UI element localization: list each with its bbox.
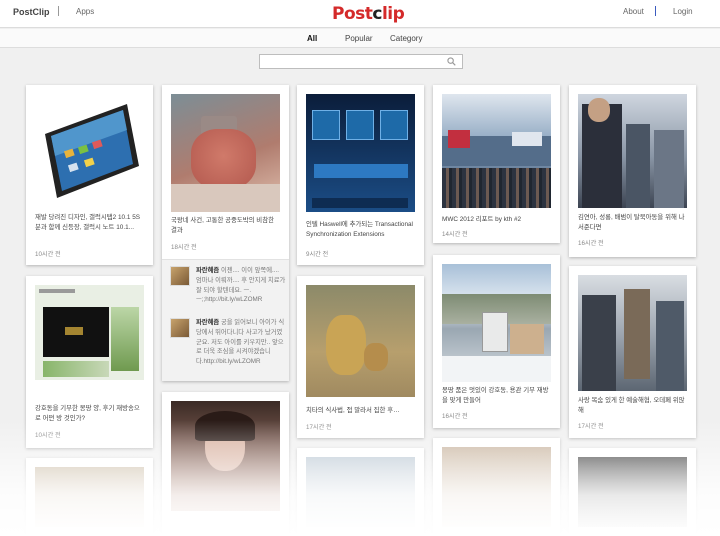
search-input[interactable] [260,59,440,72]
top-header: PostClip Apps Postclip About Login [0,0,720,28]
post-card[interactable] [297,448,424,536]
logo-text-post: Post [332,4,373,24]
search-icon[interactable] [447,57,456,66]
post-card[interactable]: 몽땅 품은 멋있이 강호동, 용관 기부 재방을 맞게 만들어 16시간 전 [433,255,560,428]
post-card[interactable]: 재발 당려진 디자인, 갤럭시탭2 10.1 5S분과 함께 신등장, 갤럭시 … [26,85,153,265]
tab-category[interactable]: Category [390,34,422,43]
post-time: 10시간 전 [35,251,61,258]
post-title[interactable]: 사랑 목숨 있게 한 예술해협, 오데페 위않해 [578,396,688,416]
post-card[interactable]: 국왕네 사건, 고통한 공중도박의 비참한 결과 18시간 전 파란혜즘 이젠.… [162,85,289,381]
intel-slide [306,94,415,212]
expo-crowd-photo [442,94,551,208]
post-card[interactable] [433,438,560,536]
ski-resort-photo [442,264,551,382]
post-card[interactable]: 사랑 목숨 있게 한 예술해협, 오데페 위않해 17시간 전 [569,266,696,438]
post-title[interactable]: 인텔 Haswell에 추가되는 Transactional Synchroni… [306,220,416,240]
post-thumbnail [171,401,280,511]
header-divider-right [655,6,656,16]
rally-photo [578,94,687,208]
post-card[interactable]: 치타의 식사법, 접 말라서 집한 후… 17시간 전 [297,276,424,438]
tab-all[interactable]: All [307,34,317,43]
brand-link[interactable]: PostClip [13,7,50,17]
post-card[interactable] [569,448,696,536]
logo[interactable]: Postclip [332,4,405,24]
post-thumbnail [442,447,551,527]
post-time: 17시간 전 [306,424,332,431]
post-title[interactable]: MWC 2012 리포트 by kth #2 [442,215,552,225]
post-card[interactable] [26,458,153,536]
post-title[interactable]: 국왕네 사건, 고통한 공중도박의 비참한 결과 [171,216,281,236]
comment-author[interactable]: 파란혜즘 [196,319,219,326]
post-time: 17시간 전 [578,423,604,430]
post-time: 9시간 전 [306,251,329,258]
post-time: 14시간 전 [442,231,468,238]
protest-photo [578,275,687,391]
post-thumbnail [35,467,144,527]
cheetah-photo [306,285,415,397]
post-thumbnail [306,457,415,527]
post-card[interactable]: 인텔 Haswell에 추가되는 Transactional Synchroni… [297,85,424,265]
tablet-image [35,94,144,206]
apps-link[interactable]: Apps [76,7,94,16]
post-time: 10시간 전 [35,432,61,439]
logo-text-c: c [372,4,382,24]
header-divider [58,6,59,16]
post-title[interactable]: 치타의 식사법, 접 말라서 집한 후… [306,406,416,416]
post-time: 16시간 전 [578,240,604,247]
comment-section: 파란혜즘 이젠.... 이이 앞쪽에.... 엄마나 이뤄까.... 후 안지게… [162,259,289,381]
post-card[interactable]: 김연아, 성룡, 배범이 탈북아동을 위해 나서준다면 16시간 전 [569,85,696,257]
login-link[interactable]: Login [673,7,693,16]
post-time: 18시간 전 [171,244,197,251]
post-time: 16시간 전 [442,413,468,420]
post-thumbnail [578,457,687,527]
post-title[interactable]: 강호동을 기부한 몽땅 양, 후기 재방송으로 어떤 방 것인가? [35,404,145,424]
avatar[interactable] [170,318,190,338]
post-title[interactable]: 몽땅 품은 멋있이 강호동, 용관 기부 재방을 맞게 만들어 [442,386,552,406]
search-box[interactable] [259,54,463,72]
avatar[interactable] [170,266,190,286]
tab-popular[interactable]: Popular [345,34,373,43]
post-title[interactable]: 김연아, 성룡, 배범이 탈북아동을 위해 나서준다면 [578,213,688,233]
comment-author[interactable]: 파란혜즘 [196,267,219,274]
baby-photo [171,94,280,212]
post-card[interactable]: MWC 2012 리포트 by kth #2 14시간 전 [433,85,560,243]
about-link[interactable]: About [623,7,644,16]
post-title[interactable]: 재발 당려진 디자인, 갤럭시탭2 10.1 5S분과 함께 신등장, 갤럭시 … [35,213,145,233]
tab-bar: All Popular Category [0,29,720,48]
post-card[interactable]: 강호동을 기부한 몽땅 양, 후기 재방송으로 어떤 방 것인가? 10시간 전 [26,276,153,448]
screen-capture [35,285,144,380]
post-card[interactable] [162,392,289,536]
logo-text-lip: lip [381,4,405,24]
